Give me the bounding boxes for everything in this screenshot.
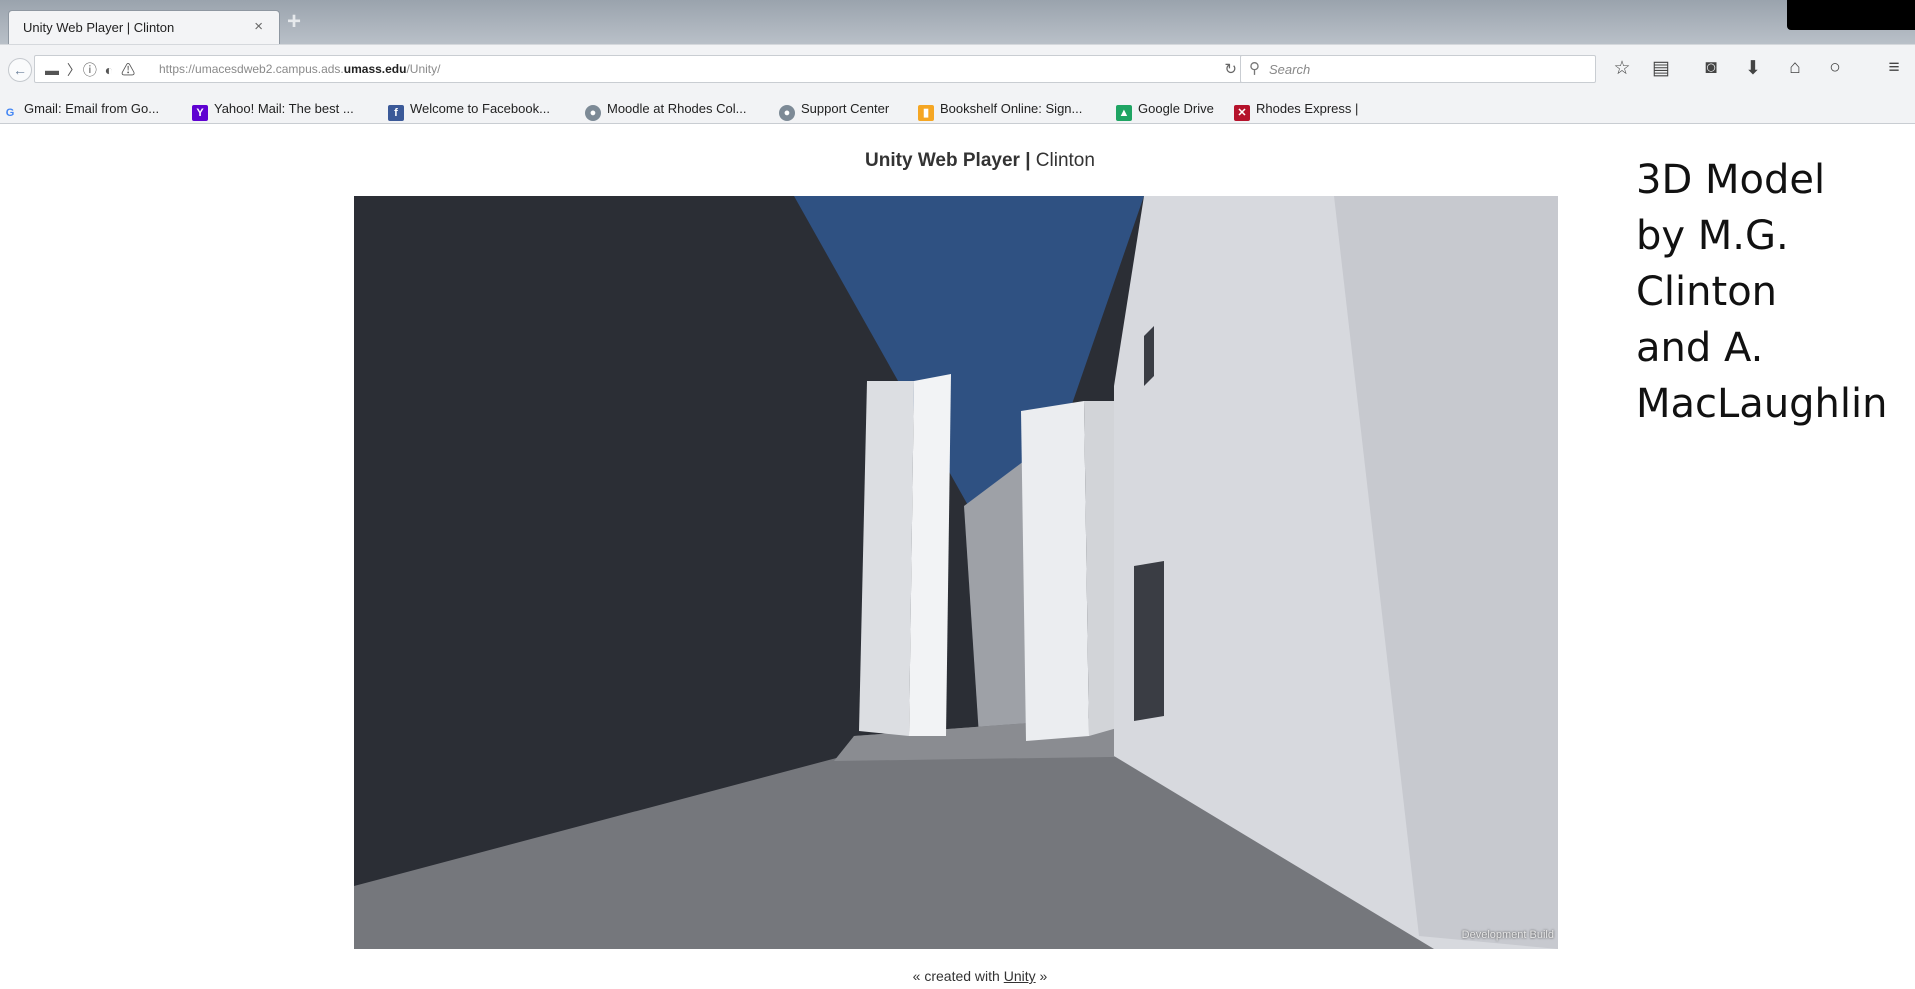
home-icon[interactable]: ⌂ xyxy=(1783,57,1807,79)
search-placeholder: Search xyxy=(1269,62,1311,77)
credit-line: MacLaughlin xyxy=(1636,381,1888,427)
globe-icon: ● xyxy=(585,105,601,121)
download-icon[interactable]: ⬇ xyxy=(1741,57,1765,80)
window-right xyxy=(1134,561,1164,721)
facebook-icon: f xyxy=(388,105,404,121)
development-build-label: Development Build xyxy=(1461,929,1554,941)
reading-list-icon[interactable]: ▤ xyxy=(1649,57,1673,80)
bookmark-yahoo-mail[interactable]: Y Yahoo! Mail: The best ... xyxy=(192,101,354,121)
menu-icon[interactable]: ≡ xyxy=(1882,57,1906,79)
bookmark-support-center[interactable]: ● Support Center xyxy=(779,101,889,121)
pillar-center xyxy=(1021,401,1089,741)
window-controls-area xyxy=(1787,0,1915,30)
bookmarks-toolbar: G Gmail: Email from Go... Y Yahoo! Mail: T… xyxy=(0,94,1915,124)
bookmark-facebook[interactable]: f Welcome to Facebook... xyxy=(388,101,550,121)
pillar-left-1 xyxy=(859,381,914,736)
navigation-bar: ← ▬ 〉ⓘ ◐ ⚠ https://umacesdweb2.campus.ad… xyxy=(0,44,1915,94)
rhodes-icon: ✕ xyxy=(1234,105,1250,121)
window-upper xyxy=(1144,326,1154,386)
footer: « created with Unity » xyxy=(912,968,1048,984)
tab-unity-web-player[interactable]: Unity Web Player | Clinton × xyxy=(8,10,280,44)
url-text: https://umacesdweb2.campus.ads.umass.edu… xyxy=(159,62,441,76)
search-bar[interactable]: ⚲ Search xyxy=(1240,55,1596,83)
star-icon[interactable]: ☆ xyxy=(1610,57,1634,80)
back-icon[interactable]: ← xyxy=(8,58,32,82)
3d-scene xyxy=(354,196,1558,949)
credit-line: and A. xyxy=(1636,325,1764,371)
globe-icon: ● xyxy=(779,105,795,121)
drive-icon: ▲ xyxy=(1116,105,1132,121)
new-tab-button[interactable]: + xyxy=(287,10,301,34)
chat-icon[interactable]: ○ xyxy=(1823,57,1847,79)
unity-link[interactable]: Unity xyxy=(1004,968,1036,984)
page-title: Unity Web Player | Clinton xyxy=(865,150,1095,171)
bookmark-gmail[interactable]: G Gmail: Email from Go... xyxy=(2,101,159,121)
bookmark-google-drive[interactable]: ▲ Google Drive xyxy=(1116,101,1214,121)
url-bar[interactable]: ▬ 〉ⓘ ◐ ⚠ https://umacesdweb2.campus.ads.… xyxy=(34,55,1244,83)
reload-icon[interactable]: ↻ xyxy=(1224,60,1237,78)
bookmark-bookshelf-online[interactable]: ▮ Bookshelf Online: Sign... xyxy=(918,101,1082,121)
tab-title: Unity Web Player | Clinton xyxy=(23,20,175,35)
google-icon: G xyxy=(5,107,15,119)
credit-line: by M.G. xyxy=(1636,213,1789,259)
pocket-icon[interactable]: ◙ xyxy=(1699,57,1723,79)
credit-line: 3D Model xyxy=(1636,157,1826,203)
pillar-left-2 xyxy=(909,374,951,736)
close-icon[interactable]: × xyxy=(254,18,263,35)
tab-strip: Unity Web Player | Clinton × + xyxy=(0,0,1915,44)
model-credit: 3D Model by M.G. Clinton and A. MacLaugh… xyxy=(1636,152,1911,432)
credit-line: Clinton xyxy=(1636,269,1778,315)
bookmark-rhodes-express[interactable]: ✕ Rhodes Express | xyxy=(1234,101,1358,121)
search-icon: ⚲ xyxy=(1249,60,1260,77)
bookshelf-icon: ▮ xyxy=(918,105,934,121)
unity-player-viewport[interactable]: Development Build xyxy=(354,196,1558,949)
bookmark-moodle[interactable]: ● Moodle at Rhodes Col... xyxy=(585,101,746,121)
yahoo-icon: Y xyxy=(192,105,208,121)
site-info-icons[interactable]: ▬ 〉ⓘ ◐ ⚠ xyxy=(45,60,137,80)
